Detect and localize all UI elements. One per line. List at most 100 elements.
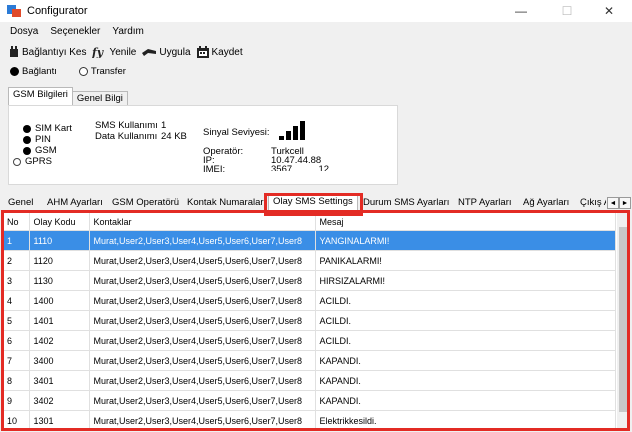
pin-indicator: PIN [23, 134, 51, 145]
column-header-message[interactable]: Mesaj [315, 213, 616, 231]
gprs-status-dot[interactable] [13, 157, 21, 166]
gsm-indicator: GSM [23, 145, 57, 156]
row-no: 1 [3, 230, 30, 251]
event-sms-table: No Olay Kodu Kontaklar Mesaj 1 1110 Murat,… [3, 213, 616, 430]
refresh-button[interactable]: fy Yenile [89, 46, 139, 58]
table-row[interactable]: 4 1400 Murat,User2,User3,User4,User5,User6… [3, 290, 616, 311]
tab-status-sms-settings[interactable]: Durum SMS Ayarları [363, 197, 449, 211]
menu-options[interactable]: Seçenekler [44, 26, 106, 37]
row-contacts[interactable]: Murat,User2,User3,User4,User5,User6,User… [89, 230, 316, 251]
row-message[interactable]: KAPANDI. [315, 350, 616, 371]
transfer-radio[interactable] [78, 67, 88, 76]
column-header-contacts[interactable]: Kontaklar [89, 213, 316, 231]
row-contacts[interactable]: Murat,User2,User3,User4,User5,User6,User… [89, 370, 316, 391]
table-row[interactable]: 10 1301 Murat,User2,User3,User4,User5,User… [3, 410, 616, 430]
apply-icon [142, 49, 157, 56]
row-event-code[interactable]: 3400 [29, 350, 90, 371]
row-event-code[interactable]: 3401 [29, 370, 90, 391]
save-button[interactable]: Kaydet [194, 46, 246, 58]
tab-output-settings[interactable]: Çıkış Ay [580, 197, 606, 211]
tab-general-info[interactable]: Genel Bilgi [71, 91, 128, 105]
row-event-code[interactable]: 1402 [29, 330, 90, 351]
row-message[interactable]: KAPANDI. [315, 390, 616, 411]
transfer-radio-label: Transfer [90, 66, 126, 77]
connection-radio[interactable] [10, 67, 19, 76]
row-contacts[interactable]: Murat,User2,User3,User4,User5,User6,User… [89, 330, 316, 351]
sim-label: SIM Kart [35, 123, 72, 134]
row-contacts[interactable]: Murat,User2,User3,User4,User5,User6,User… [89, 410, 316, 430]
menu-bar: Dosya Seçenekler Yardım [0, 22, 632, 40]
pin-status-dot [23, 135, 31, 144]
event-sms-grid: No Olay Kodu Kontaklar Mesaj 1 1110 Murat,… [3, 213, 629, 430]
signal-level-label: Sinyal Seviyesi: [203, 127, 270, 138]
data-usage-label: Data Kullanımı [95, 131, 158, 142]
tab-general[interactable]: Genel [8, 197, 33, 211]
table-row[interactable]: 5 1401 Murat,User2,User3,User4,User5,User6… [3, 310, 616, 331]
row-event-code[interactable]: 1401 [29, 310, 90, 331]
row-message[interactable]: YANGINALARMI! [315, 230, 616, 251]
row-no: 2 [3, 250, 30, 271]
table-row[interactable]: 8 3401 Murat,User2,User3,User4,User5,User6… [3, 370, 616, 391]
grid-vertical-scrollbar[interactable] [617, 213, 629, 430]
row-message[interactable]: PANIKALARMI! [315, 250, 616, 271]
row-event-code[interactable]: 1120 [29, 250, 90, 271]
tab-scroll-right-button[interactable]: ► [619, 197, 631, 209]
tab-scroll-left-button[interactable]: ◄ [607, 197, 619, 209]
menu-file[interactable]: Dosya [4, 26, 44, 37]
pin-label: PIN [35, 134, 51, 145]
tab-network-settings[interactable]: Ağ Ayarları [523, 197, 569, 211]
tab-ntp-settings[interactable]: NTP Ayarları [458, 197, 512, 211]
table-row[interactable]: 9 3402 Murat,User2,User3,User4,User5,User6… [3, 390, 616, 411]
grid-scroll-thumb[interactable] [619, 227, 627, 412]
row-message[interactable]: ACILDI. [315, 290, 616, 311]
signal-bar [300, 121, 305, 140]
row-event-code[interactable]: 1400 [29, 290, 90, 311]
table-header-row: No Olay Kodu Kontaklar Mesaj [3, 213, 616, 231]
row-no: 10 [3, 410, 30, 430]
apply-button[interactable]: Uygula [139, 47, 193, 58]
row-message[interactable]: HIRSIZALARMI! [315, 270, 616, 291]
table-row[interactable]: 2 1120 Murat,User2,User3,User4,User5,User6… [3, 250, 616, 271]
toolbar: Bağlantıyı Kes fy Yenile Uygula Kaydet [0, 41, 632, 63]
row-event-code[interactable]: 1110 [29, 230, 90, 251]
tab-ahm-settings[interactable]: AHM Ayarları [47, 197, 103, 211]
refresh-label: Yenile [109, 46, 137, 58]
row-message[interactable]: ACILDI. [315, 310, 616, 331]
signal-bar [286, 131, 291, 140]
row-contacts[interactable]: Murat,User2,User3,User4,User5,User6,User… [89, 350, 316, 371]
signal-bar [293, 126, 298, 140]
row-event-code[interactable]: 3402 [29, 390, 90, 411]
disconnect-button[interactable]: Bağlantıyı Kes [6, 46, 89, 58]
gsm-status-dot [23, 146, 31, 155]
row-message[interactable]: Elektrikkesildi. [315, 410, 616, 430]
menu-help[interactable]: Yardım [106, 26, 150, 37]
row-event-code[interactable]: 1301 [29, 410, 90, 430]
tab-event-sms-settings[interactable]: Olay SMS Settings [268, 194, 358, 211]
row-event-code[interactable]: 1130 [29, 270, 90, 291]
row-contacts[interactable]: Murat,User2,User3,User4,User5,User6,User… [89, 310, 316, 331]
row-no: 8 [3, 370, 30, 391]
row-contacts[interactable]: Murat,User2,User3,User4,User5,User6,User… [89, 290, 316, 311]
row-contacts[interactable]: Murat,User2,User3,User4,User5,User6,User… [89, 270, 316, 291]
close-button[interactable]: ✕ [586, 0, 632, 22]
table-row[interactable]: 1 1110 Murat,User2,User3,User4,User5,User6… [3, 230, 616, 251]
row-message[interactable]: KAPANDI. [315, 370, 616, 391]
signal-bar [279, 136, 284, 140]
connection-radio-label: Bağlantı [22, 66, 57, 77]
table-row[interactable]: 7 3400 Murat,User2,User3,User4,User5,User6… [3, 350, 616, 371]
tab-contact-numbers[interactable]: Kontak Numaraları [187, 197, 266, 211]
column-header-event-code[interactable]: Olay Kodu [29, 213, 90, 231]
row-contacts[interactable]: Murat,User2,User3,User4,User5,User6,User… [89, 250, 316, 271]
row-message[interactable]: ACILDI. [315, 330, 616, 351]
data-usage-value: 24 KB [161, 131, 187, 142]
minimize-button[interactable]: — [498, 0, 544, 22]
row-no: 4 [3, 290, 30, 311]
tab-gsm-info[interactable]: GSM Bilgileri [8, 87, 73, 105]
row-contacts[interactable]: Murat,User2,User3,User4,User5,User6,User… [89, 390, 316, 411]
sms-usage-label: SMS Kullanımı [95, 120, 158, 131]
table-row[interactable]: 6 1402 Murat,User2,User3,User4,User5,User6… [3, 330, 616, 351]
maximize-button[interactable]: ☐ [544, 0, 590, 22]
table-row[interactable]: 3 1130 Murat,User2,User3,User4,User5,User6… [3, 270, 616, 291]
tab-gsm-operator[interactable]: GSM Operatörü [112, 197, 179, 211]
column-header-no[interactable]: No [3, 213, 30, 231]
